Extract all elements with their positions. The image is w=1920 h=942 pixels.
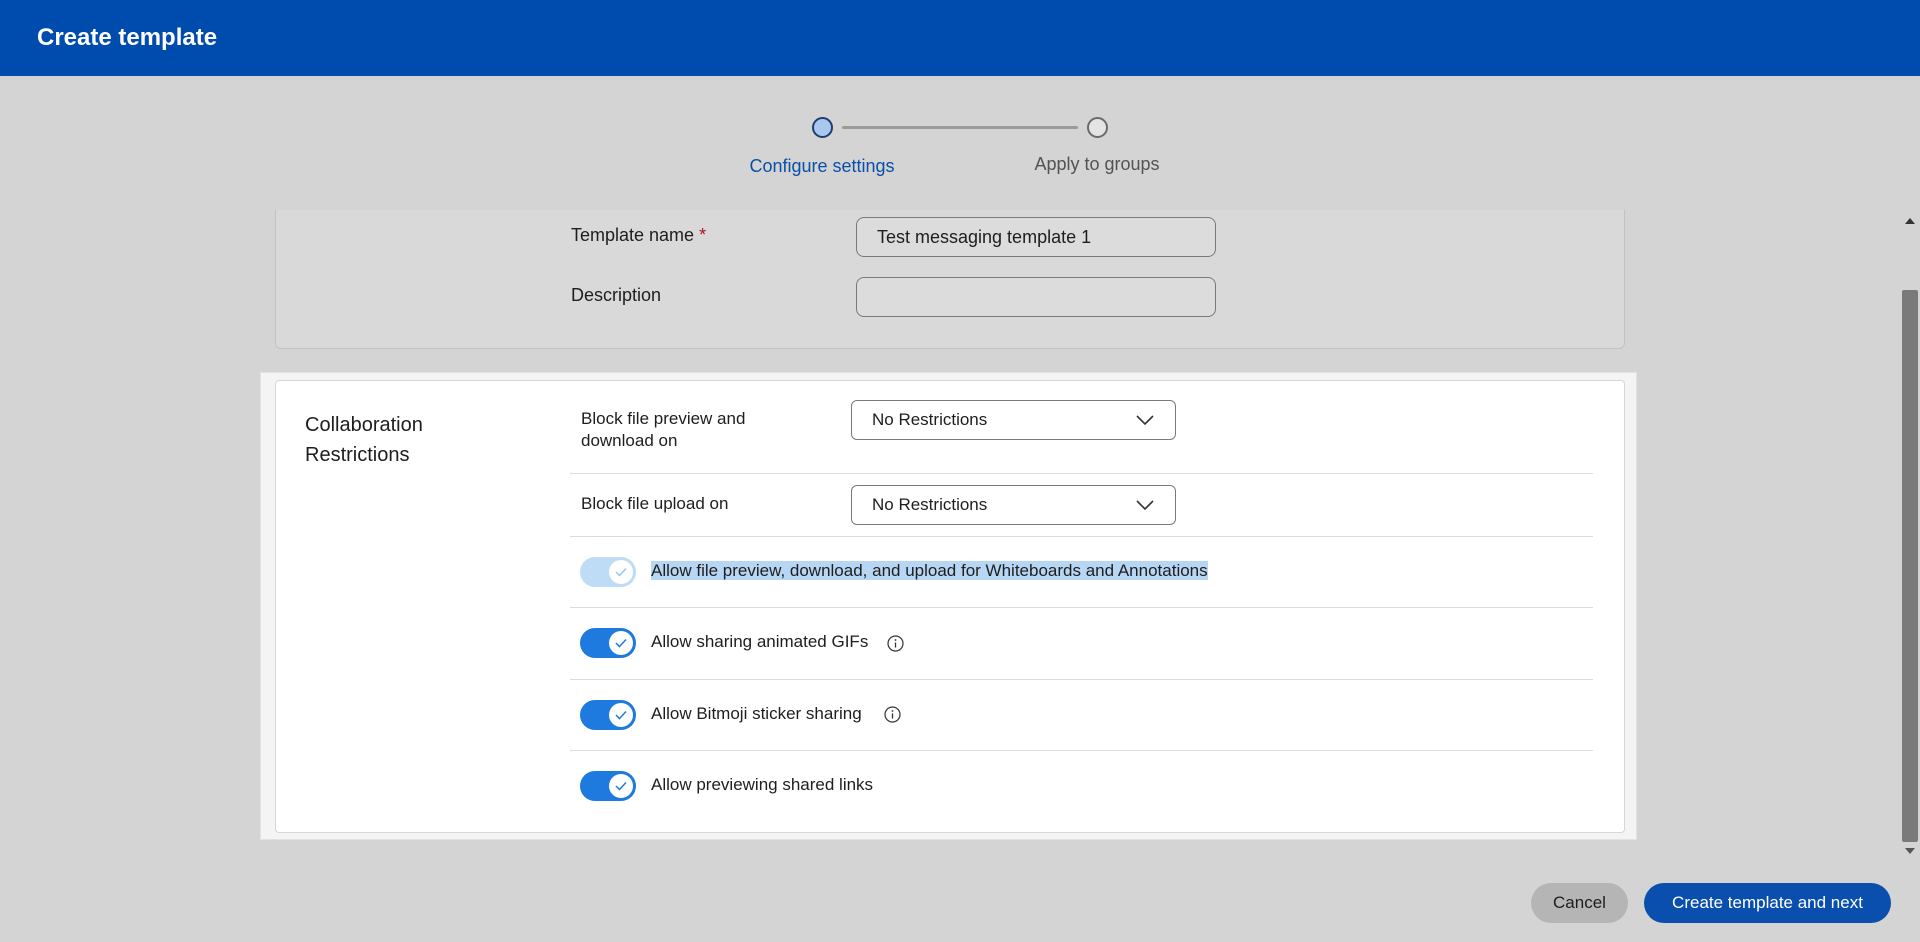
info-icon[interactable] (884, 706, 901, 723)
row-divider (570, 679, 1593, 680)
wizard-stepper: Configure settings Apply to groups (0, 76, 1920, 206)
template-name-label: Template name * (571, 225, 707, 245)
check-icon (615, 710, 627, 720)
check-icon (615, 567, 627, 577)
row-divider (570, 750, 1593, 751)
step-2-indicator (1087, 117, 1108, 138)
link-preview-label: Allow previewing shared links (651, 775, 874, 794)
whiteboards-toggle-label: Allow file preview, download, and upload… (651, 561, 1208, 580)
block-preview-label: Block file preview and download on (581, 409, 746, 450)
chevron-down-icon (1136, 500, 1154, 511)
bitmoji-label: Allow Bitmoji sticker sharing (651, 704, 862, 723)
block-upload-select[interactable]: No Restrictions (851, 485, 1176, 525)
toggle-knob (609, 774, 633, 798)
scrollbar-thumb[interactable] (1902, 290, 1918, 842)
scroll-down-arrow-icon[interactable] (1903, 846, 1917, 856)
step-1-label[interactable]: Configure settings (702, 156, 942, 177)
step-connector (842, 126, 1078, 129)
toggle-knob (609, 631, 633, 655)
step-1-indicator (812, 117, 833, 138)
template-name-input[interactable] (856, 217, 1216, 257)
animated-gifs-toggle[interactable] (580, 628, 636, 658)
chevron-down-icon (1136, 415, 1154, 426)
block-preview-value: No Restrictions (872, 410, 988, 429)
row-divider (570, 536, 1593, 537)
required-indicator: * (699, 225, 707, 245)
section-title: Collaboration Restrictions (305, 414, 423, 466)
row-divider (570, 473, 1593, 474)
modal-title: Create template (37, 24, 218, 51)
toggle-knob (609, 703, 633, 727)
scroll-up-arrow-icon[interactable] (1903, 216, 1917, 226)
cancel-button[interactable]: Cancel (1531, 883, 1628, 923)
bitmoji-toggle[interactable] (580, 700, 636, 730)
link-preview-toggle[interactable] (580, 771, 636, 801)
whiteboards-toggle[interactable] (580, 557, 636, 587)
check-icon (615, 781, 627, 791)
description-label: Description (571, 285, 662, 305)
modal-header: Create template (0, 0, 1920, 76)
check-icon (615, 638, 627, 648)
block-preview-select[interactable]: No Restrictions (851, 400, 1176, 440)
animated-gifs-label: Allow sharing animated GIFs (651, 632, 869, 651)
block-upload-label: Block file upload on (581, 494, 729, 513)
toggle-knob (609, 560, 633, 584)
info-icon[interactable] (887, 635, 904, 652)
block-upload-value: No Restrictions (872, 495, 988, 514)
step-2-label[interactable]: Apply to groups (977, 154, 1217, 175)
description-input[interactable] (856, 277, 1216, 317)
create-template-next-button[interactable]: Create template and next (1644, 883, 1891, 923)
row-divider (570, 607, 1593, 608)
